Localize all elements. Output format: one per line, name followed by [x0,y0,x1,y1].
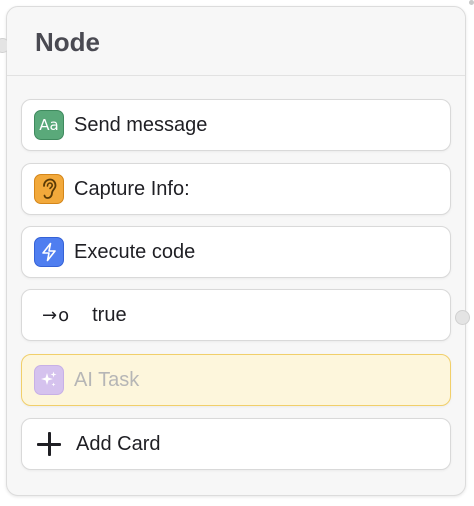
lightning-icon [34,237,64,267]
card-ai-task[interactable]: AI Task [21,354,451,406]
flow-node[interactable]: Node Aa Send message Capture Info: Execu… [0,6,470,496]
card-capture-info-label: Capture Info: [74,177,190,200]
add-card-button[interactable]: Add Card [21,418,451,470]
card-execute-code-label: Execute code [74,240,196,263]
card-capture-info[interactable]: Capture Info: [21,163,451,215]
text-aa-icon: Aa [34,110,64,140]
card-route-true[interactable]: →o true [21,289,470,341]
card-send-message-label: Send message [74,113,208,136]
canvas-edge-dot [469,0,474,5]
add-card-label: Add Card [76,432,161,455]
node-title[interactable]: Node [35,27,100,58]
card-ai-task-label: AI Task [74,368,140,391]
node-header[interactable]: Node [7,7,465,76]
card-execute-code[interactable]: Execute code [21,226,451,278]
sparkles-icon [34,365,64,395]
plus-icon [36,431,62,457]
ear-icon [34,174,64,204]
card-route-label: true [92,303,127,326]
card-send-message[interactable]: Aa Send message [21,99,451,151]
arrow-to-port-icon: →o [42,304,71,326]
flow-canvas: Node Aa Send message Capture Info: Execu… [0,0,474,506]
route-output-port[interactable] [455,310,470,325]
